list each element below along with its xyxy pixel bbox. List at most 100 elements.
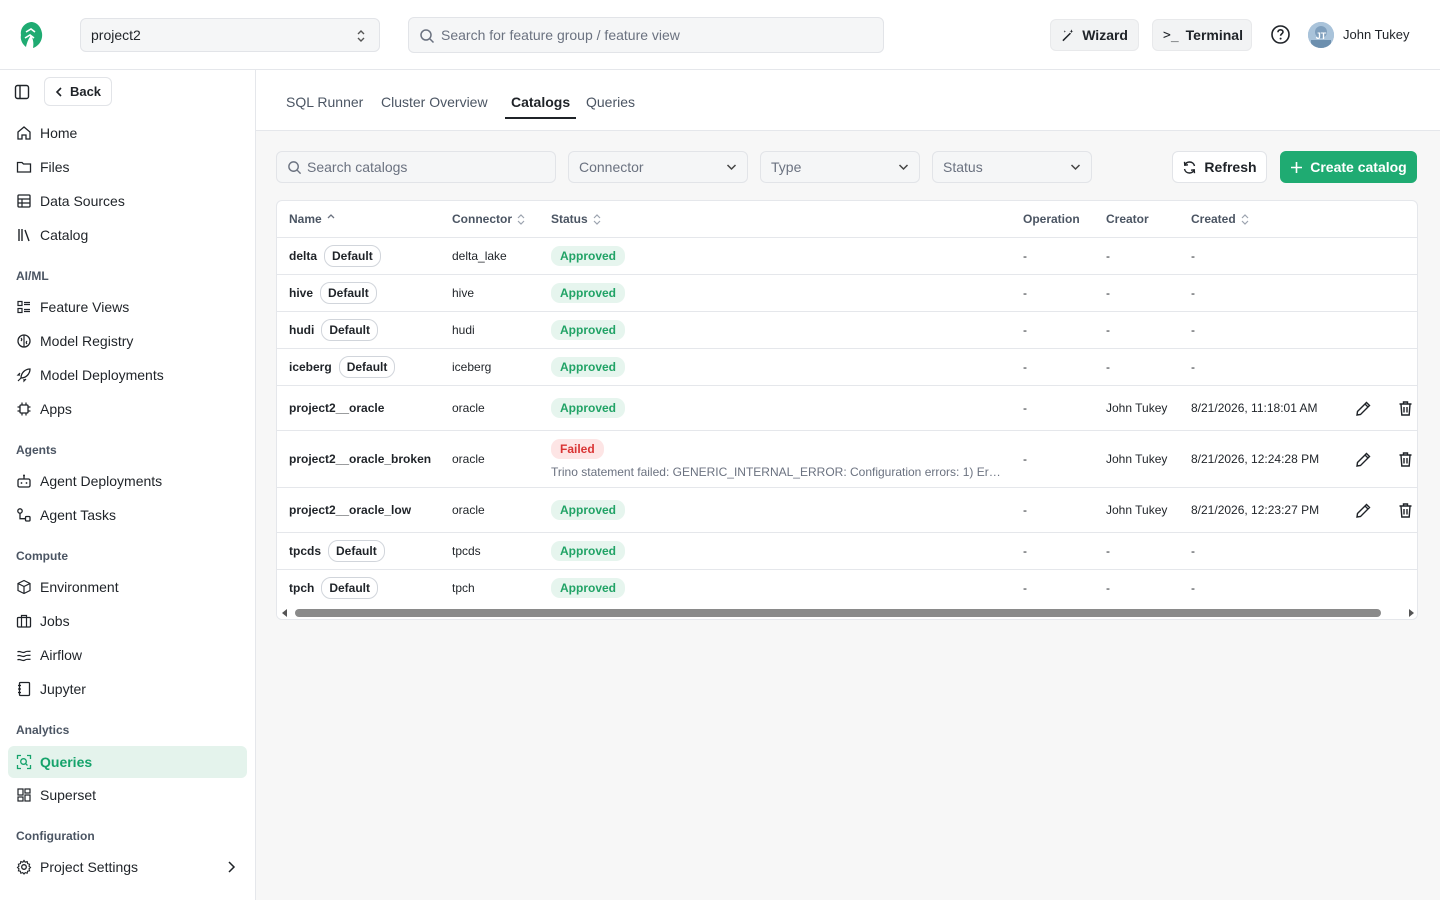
catalog-name-cell: delta Default (289, 238, 381, 274)
chevron-down-icon (726, 164, 737, 171)
sidebar-item-feature-views[interactable]: Feature Views (8, 291, 247, 323)
back-button[interactable]: Back (44, 77, 112, 106)
table-row[interactable]: iceberg Default iceberg Approved - - - (277, 349, 1417, 386)
sidebar-item-agent-deployments[interactable]: Agent Deployments (8, 465, 247, 497)
terminal-prompt-icon: >_ (1163, 27, 1179, 43)
connector-cell: oracle (452, 401, 485, 415)
sidebar-item-superset[interactable]: Superset (8, 779, 247, 811)
table-row[interactable]: tpcds Default tpcds Approved - - - (277, 533, 1417, 570)
status-filter-select[interactable]: Status (932, 151, 1092, 183)
hopsworks-logo-icon[interactable] (16, 20, 46, 50)
table-row[interactable]: hudi Default hudi Approved - - - (277, 312, 1417, 349)
catalog-search-input[interactable]: Search catalogs (276, 151, 556, 183)
list-icon (17, 300, 30, 314)
trash-icon[interactable] (1397, 451, 1414, 468)
scrollbar-thumb[interactable] (295, 609, 1381, 617)
sidebar-item-jupyter[interactable]: Jupyter (8, 673, 247, 705)
horizontal-scrollbar[interactable] (277, 606, 1417, 619)
sidebar-item-label: Queries (40, 754, 93, 770)
sidebar-item-apps[interactable]: Apps (8, 393, 247, 425)
catalog-name-cell: tpch Default (289, 570, 379, 606)
wind-icon (17, 650, 31, 662)
avatar[interactable]: JT (1308, 22, 1334, 48)
creator-cell: - (1106, 249, 1110, 263)
sidebar-item-label: Home (40, 125, 78, 141)
sidebar-item-jobs[interactable]: Jobs (8, 605, 247, 637)
type-filter-select[interactable]: Type (760, 151, 920, 183)
table-row[interactable]: project2__oracle_broken oracle Failed Trino… (277, 431, 1417, 488)
sidebar-item-project-settings[interactable]: Project Settings (8, 851, 247, 883)
chevron-down-icon (898, 164, 909, 171)
home-icon (17, 126, 31, 140)
tab-cluster-overview[interactable]: Cluster Overview (381, 94, 488, 119)
sidebar-item-environment[interactable]: Environment (8, 571, 247, 603)
sidebar-item-model-deployments[interactable]: Model Deployments (8, 359, 247, 391)
catalog-name: hudi (289, 323, 315, 337)
creator-cell: - (1106, 581, 1110, 595)
create-catalog-label: Create catalog (1310, 159, 1407, 175)
wizard-button[interactable]: Wizard (1050, 19, 1139, 51)
edit-pencil-icon[interactable] (1355, 400, 1372, 417)
column-header-connector[interactable]: Connector (452, 212, 525, 226)
connector-filter-select[interactable]: Connector (568, 151, 748, 183)
sidebar-item-label: Environment (40, 579, 119, 595)
connector-cell: oracle (452, 503, 485, 517)
connector-cell: tpcds (452, 544, 481, 558)
sidebar-item-queries[interactable]: Queries (8, 746, 247, 778)
top-bar: project2 Search for feature group / feat… (0, 0, 1440, 70)
scroll-left-arrow-icon[interactable] (282, 609, 287, 617)
project-selector[interactable]: project2 (80, 18, 380, 52)
create-catalog-button[interactable]: Create catalog (1280, 151, 1417, 183)
catalog-search-placeholder: Search catalogs (307, 159, 408, 175)
table-row[interactable]: project2__oracle_low oracle Approved - John … (277, 488, 1417, 533)
column-header-created[interactable]: Created (1191, 212, 1249, 226)
sidebar-item-agent-tasks[interactable]: Agent Tasks (8, 499, 247, 531)
scroll-right-arrow-icon[interactable] (1409, 609, 1414, 617)
sidebar-item-label: Superset (40, 787, 97, 803)
status-cell: Approved (551, 533, 626, 569)
trash-icon[interactable] (1397, 502, 1414, 519)
table-row[interactable]: tpch Default tpch Approved - - - (277, 570, 1417, 607)
search-icon (288, 161, 302, 175)
workflow-icon (17, 508, 31, 522)
operation-cell: - (1023, 503, 1027, 517)
default-badge: Default (321, 577, 379, 599)
status-badge: Approved (551, 283, 626, 303)
default-badge: Default (324, 245, 381, 267)
refresh-button[interactable]: Refresh (1172, 151, 1267, 183)
help-icon[interactable] (1270, 24, 1291, 45)
sidebar-item-home[interactable]: Home (8, 117, 247, 149)
column-header-creator: Creator (1106, 212, 1149, 226)
column-header-name[interactable]: Name (289, 212, 335, 226)
sidebar-item-data-sources[interactable]: Data Sources (8, 185, 247, 217)
cpu-icon (17, 402, 31, 416)
sidebar-item-airflow[interactable]: Airflow (8, 639, 247, 671)
section-configuration: Configuration (16, 829, 95, 843)
catalog-name: iceberg (289, 360, 332, 374)
table-row[interactable]: project2__oracle oracle Approved - John Tuke… (277, 386, 1417, 431)
created-cell: - (1191, 360, 1195, 374)
sort-icon (1241, 213, 1249, 225)
global-search-input[interactable]: Search for feature group / feature view (408, 17, 884, 53)
tabs-bar: SQL Runner Cluster Overview Catalogs Que… (256, 70, 1440, 131)
user-name[interactable]: John Tukey (1343, 27, 1410, 42)
status-cell: Approved (551, 275, 626, 311)
edit-pencil-icon[interactable] (1355, 502, 1372, 519)
creator-cell: - (1106, 360, 1110, 374)
tab-catalogs[interactable]: Catalogs (505, 94, 577, 119)
column-header-status[interactable]: Status (551, 212, 601, 226)
table-row[interactable]: delta Default delta_lake Approved - - - (277, 238, 1417, 275)
status-badge: Approved (551, 398, 626, 418)
sidebar-item-label: Model Registry (40, 333, 134, 349)
tab-sql-runner[interactable]: SQL Runner (286, 94, 363, 119)
edit-pencil-icon[interactable] (1355, 451, 1372, 468)
tab-queries[interactable]: Queries (586, 94, 635, 119)
trash-icon[interactable] (1397, 400, 1414, 417)
briefcase-icon (16, 614, 32, 628)
sidebar-toggle-icon[interactable] (14, 84, 30, 100)
sidebar-item-catalog[interactable]: Catalog (8, 219, 247, 251)
sidebar-item-files[interactable]: Files (8, 151, 247, 183)
sidebar-item-model-registry[interactable]: Model Registry (8, 325, 247, 357)
terminal-button[interactable]: >_ Terminal (1152, 19, 1252, 51)
table-row[interactable]: hive Default hive Approved - - - (277, 275, 1417, 312)
